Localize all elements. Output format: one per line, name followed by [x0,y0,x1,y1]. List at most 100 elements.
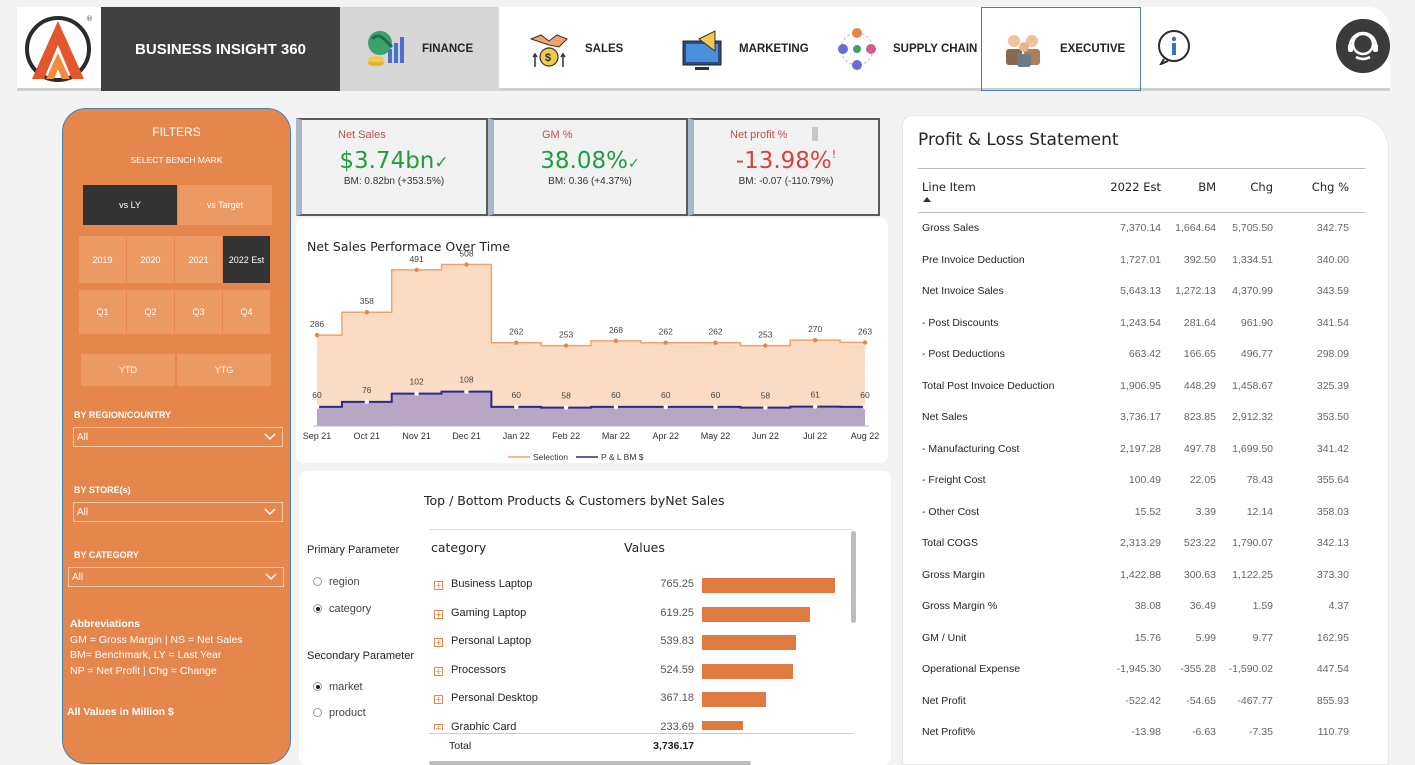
year-2022-est-button[interactable]: 2022 Est [223,236,270,283]
selection-point [763,343,768,348]
pl-header-bottom-line [918,212,1365,213]
benchmark-data-label: 102 [410,377,424,387]
tab-executive[interactable]: EXECUTIVE [981,7,1141,91]
tab-supply-chain[interactable]: SUPPLY CHAIN [833,7,981,91]
pl-cell: 355.64 [1316,474,1349,486]
table-row[interactable]: + Processors 524.59 [429,663,849,684]
pl-cell: 4.37 [1328,600,1349,612]
pl-cell: 855.93 [1316,694,1349,707]
store-filter-dropdown[interactable]: All [73,502,283,522]
kpi-value-text: 38.08% [540,148,628,174]
column-header-category[interactable]: category [431,540,486,555]
kpi-gm-card: GM % 38.08%✓ BM: 0.36 (+4.37%) [488,118,688,216]
pl-cell: 341.54 [1316,316,1349,329]
radio-category[interactable] [313,604,322,613]
table-row[interactable]: + Personal Desktop 367.18 [429,692,849,712]
total-value: 3,736.17 [653,740,694,752]
pl-header-bm[interactable]: BM [1171,180,1216,194]
selection-data-label: 286 [310,319,324,329]
pl-cell: 343.59 [1316,285,1349,297]
table-row[interactable]: + Personal Laptop 539.83 [429,635,849,655]
expand-icon[interactable]: + [434,638,443,648]
benchmark-point [862,404,868,410]
year-2020-button[interactable]: 2020 [127,236,174,283]
pl-line-item: Pre Invoice Deduction [922,253,1025,266]
abbreviations-legend: Abbreviations GM = Gross Margin | NS = N… [70,617,243,679]
selection-point [862,340,868,345]
period-ytg-button[interactable]: YTG [177,354,271,386]
brand-title: BUSINESS INSIGHT 360 [101,7,340,91]
abbreviations-title: Abbreviations [70,618,141,630]
pl-line-item: Total Post Invoice Deduction [922,379,1055,392]
table-row[interactable]: + Graphic Card 233.69 [429,721,849,730]
pl-header-line-item[interactable]: Line Item [922,180,976,194]
pl-cell: -7.35 [1249,726,1273,738]
year-2019-button[interactable]: 2019 [79,236,126,283]
pl-header-chg-pct[interactable]: Chg % [1283,180,1349,194]
pl-cell: 298.09 [1316,348,1349,360]
abbreviation-line: NP = Net Profit | Chg = Change [70,664,217,677]
quarter-q1-button[interactable]: Q1 [79,290,126,334]
expand-icon[interactable]: + [434,581,443,590]
period-ytd-button[interactable]: YTD [81,354,175,386]
pl-row: - Post Deductions 663.42 166.65 496.77 298.0… [922,348,1367,368]
pl-cell: 340.00 [1316,253,1349,266]
expand-icon[interactable]: + [434,609,443,619]
pl-header-chg[interactable]: Chg [1223,180,1273,194]
table-row[interactable]: + Business Laptop 765.25 [429,578,849,598]
pl-line-item: GM / Unit [922,631,967,644]
pl-row: Net Profit% -13.98 -6.63 -7.35 110.79 [922,726,1367,746]
benchmark-point [314,404,320,410]
region-filter-dropdown[interactable]: All [73,427,283,447]
table-row[interactable]: + Gaming Laptop 619.25 [429,606,849,627]
benchmark-vs-ly-button[interactable]: vs LY [83,185,177,225]
benchmark-point [464,389,469,394]
pl-cell: 1.59 [1252,600,1273,612]
tab-sales[interactable]: $ SALES [523,7,663,91]
info-icon[interactable] [1156,29,1192,65]
pl-row: Gross Margin 1,422.88 300.63 1,122.25 373.30 [922,569,1367,589]
pl-cell: 496.77 [1240,348,1273,360]
row-category: Processors [451,663,507,676]
column-header-values[interactable]: Values [624,540,665,555]
selection-data-label: 270 [808,324,822,334]
quarter-q4-button[interactable]: Q4 [223,290,270,334]
year-2021-button[interactable]: 2021 [175,236,222,283]
pl-row: Total COGS 2,313.29 523.22 1,790.07 342.13 [922,537,1367,557]
expand-icon[interactable]: + [434,695,443,705]
selection-data-label: 262 [659,327,673,337]
kpi-value: -13.98%! [694,148,878,174]
benchmark-data-label: 60 [512,390,522,400]
radio-market[interactable] [313,682,322,691]
quarter-q3-button[interactable]: Q3 [175,290,222,334]
horizontal-scrollbar[interactable] [429,761,751,765]
expand-icon[interactable]: + [434,724,443,730]
pl-cell: 353.50 [1316,411,1349,423]
row-value-bar [702,692,766,708]
radio-product[interactable] [313,708,322,717]
category-filter-dropdown[interactable]: All [68,567,284,587]
selection-data-label: 253 [758,330,772,340]
products-table-body: + Business Laptop 765.25 + Gaming Laptop 619.… [429,578,854,730]
radio-region[interactable] [313,577,322,586]
pl-cell: 4,370.99 [1232,285,1273,297]
abbreviation-line: BM= Benchmark, LY = Last Year [70,649,222,661]
support-headset-icon[interactable] [1336,19,1390,73]
row-category: Personal Laptop [451,635,532,648]
tab-finance[interactable]: FINANCE [340,7,499,91]
benchmark-vs-target-button[interactable]: vs Target [178,185,272,225]
top-nav-bar: ® BUSINESS INSIGHT 360 FINANCE $ SALES M… [17,7,1390,91]
kpi-value: 38.08%✓ [494,148,686,174]
pl-line-item: Gross Sales [922,222,980,234]
pl-cell: 447.54 [1316,663,1349,675]
vertical-scrollbar[interactable] [851,531,856,623]
tab-marketing[interactable]: MARKETING [677,7,832,91]
benchmark-point [563,405,569,410]
pl-cell: 373.30 [1316,568,1349,581]
selection-point [364,310,370,315]
expand-icon[interactable]: + [434,666,443,676]
pl-header-2022-est[interactable]: 2022 Est [1093,180,1161,194]
row-category: Personal Desktop [451,692,538,705]
category-filter-label: BY CATEGORY [74,550,139,560]
quarter-q2-button[interactable]: Q2 [127,290,174,334]
